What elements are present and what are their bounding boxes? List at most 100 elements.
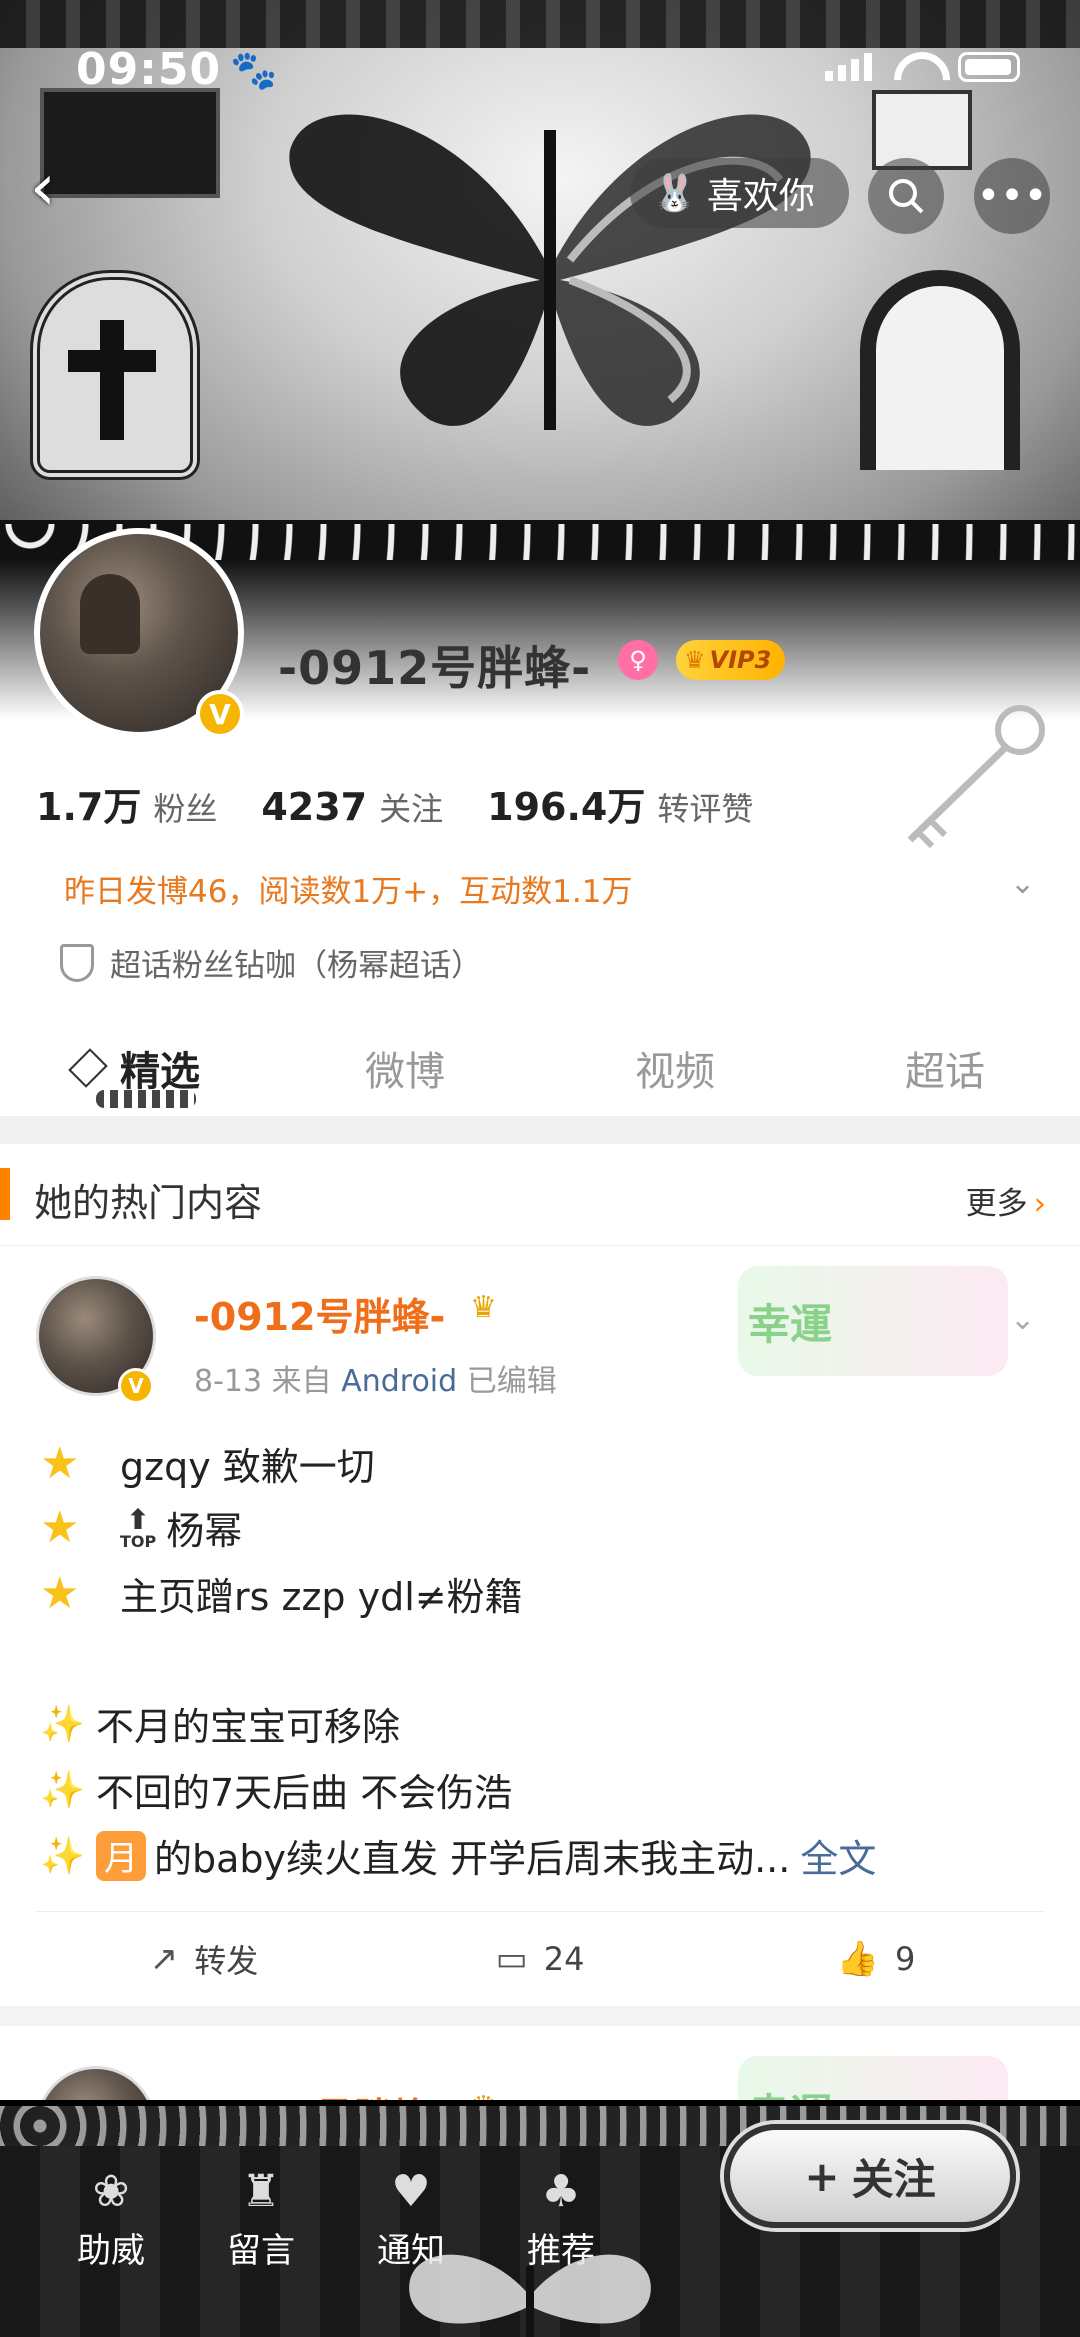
post-author[interactable]: -0912号胖蜂-: [194, 1286, 445, 1341]
tab-label: 视频: [635, 1049, 715, 1095]
post-line-text: 不回的7天后曲 不会伤浩: [96, 1771, 513, 1815]
tab-label: 精选: [120, 1049, 200, 1095]
post-line: ★ ⬆ TOP 杨幂: [40, 1500, 242, 1555]
back-button[interactable]: ‹: [30, 156, 90, 220]
ellipsis-icon: •••: [976, 173, 1048, 219]
post-line-text: 的baby续火直发 开学后周末我主动...: [154, 1837, 791, 1881]
post-from: 来自: [271, 1364, 332, 1399]
stat-interactions[interactable]: 196.4万 转评赞: [487, 776, 753, 831]
post-line: ✨ 不月的宝宝可移除: [40, 1696, 400, 1751]
chevron-down-icon[interactable]: ⌄: [1010, 866, 1035, 901]
post-line: ✨ 不回的7天后曲 不会伤浩: [40, 1762, 512, 1817]
post-line-text: 不月的宝宝可移除: [96, 1705, 401, 1749]
post-source: Android: [341, 1364, 458, 1399]
post-card[interactable]: V -0912号胖蜂- ♛ 8-13 来自 Android 已编辑 幸運 ⌄ ★…: [0, 1246, 1080, 2006]
profile-cover-banner[interactable]: 09:50 🐾 ‹ 🐰 喜欢你 •••: [0, 0, 1080, 590]
search-icon: [889, 179, 924, 214]
stat-number: 4237: [261, 785, 368, 829]
follow-button[interactable]: + 关注: [724, 2124, 1016, 2228]
gem-icon: [68, 1048, 108, 1088]
plus-icon: +: [804, 2151, 840, 2201]
search-button[interactable]: [868, 158, 944, 234]
supertopic-label: 超话粉丝钻咖（杨幂超话）: [110, 948, 482, 984]
wifi-icon: [894, 52, 936, 82]
star-icon: ★: [40, 1438, 80, 1489]
heart-icon: ♥: [391, 2166, 431, 2217]
post-line: ★ gzqy 致歉一切: [40, 1436, 375, 1491]
more-options-button[interactable]: •••: [974, 158, 1050, 234]
repost-button[interactable]: ↗ 转发: [36, 1912, 372, 2006]
stat-label: 关注: [379, 790, 444, 828]
sparkle-icon: ✨: [40, 1835, 85, 1877]
tab-label: 超话: [905, 1049, 985, 1095]
crown-icon: ♛: [470, 1290, 497, 1325]
butterfly-decoration-icon: [409, 2254, 651, 2337]
section-accent-bar: [0, 1168, 10, 1220]
clover-icon: ♣: [541, 2166, 581, 2217]
tab-weibo[interactable]: 微博: [270, 1020, 540, 1116]
sparkle-icon: ✨: [40, 1769, 85, 1811]
post-edited: 已编辑: [466, 1364, 557, 1399]
star-icon: ★: [40, 1502, 80, 1553]
female-icon: ♀: [618, 640, 658, 680]
chevron-right-icon: ›: [1033, 1186, 1046, 1222]
active-tab-indicator: [96, 1090, 196, 1108]
comment-icon: ▭: [495, 1939, 528, 1979]
post-line-text: 杨幂: [166, 1509, 243, 1553]
tab-label: 微博: [365, 1049, 445, 1095]
status-time: 09:50: [76, 44, 222, 95]
post-line: ★ 主页蹭rs zzp ydl≠粉籍: [40, 1566, 523, 1621]
profile-username: -0912号胖蜂-: [278, 641, 592, 695]
bottom-action-bar: ❀ 助威 ♜ 留言 ♥ 通知 ♣ 推荐 + 关注: [0, 2100, 1080, 2337]
star-icon: ★: [40, 1568, 80, 1619]
daily-activity-summary[interactable]: 昨日发博46，阅读数1万+，互动数1.1万: [64, 866, 632, 911]
vip-badge[interactable]: ♛ VIP3: [676, 640, 786, 680]
like-you-button[interactable]: 🐰 喜欢你: [630, 158, 849, 228]
supertopic-badge[interactable]: 超话粉丝钻咖（杨幂超话）: [60, 940, 482, 985]
cheer-button[interactable]: ❀ 助威: [46, 2166, 176, 2272]
chevron-down-icon[interactable]: ⌄: [1010, 1302, 1035, 1337]
full-text-link[interactable]: 全文: [800, 1828, 876, 1883]
vip-label: VIP3: [709, 646, 772, 674]
like-you-label: 喜欢你: [706, 176, 815, 217]
message-button[interactable]: ♜ 留言: [196, 2166, 326, 2272]
section-title: 她的热门内容: [34, 1181, 263, 1225]
more-label: 更多: [965, 1186, 1028, 1222]
stat-number: 196.4万: [487, 785, 646, 829]
verified-badge-icon: V: [196, 690, 244, 738]
profile-stats: 1.7万 粉丝 4237 关注 196.4万 转评赞: [36, 776, 753, 831]
crown-icon: ♛: [684, 646, 706, 674]
key-decoration: [907, 705, 1045, 849]
post-date: 8-13: [194, 1364, 263, 1399]
shield-icon: [60, 943, 94, 982]
chess-icon: ♜: [241, 2166, 281, 2217]
month-badge-icon: 月: [96, 1830, 146, 1881]
like-count: 9: [894, 1940, 916, 1978]
more-link[interactable]: 更多 ›: [966, 1178, 1046, 1223]
sparkle-icon: ✨: [40, 1703, 85, 1745]
hot-content-header: 她的热门内容 更多 ›: [0, 1144, 1080, 1246]
comment-count: 24: [543, 1940, 585, 1978]
post-line-text: 主页蹭rs zzp ydl≠粉籍: [120, 1575, 523, 1619]
comment-button[interactable]: ▭ 24: [372, 1912, 708, 2006]
signal-icon: [825, 53, 872, 81]
top-arrow-icon: ⬆ TOP: [120, 1502, 157, 1551]
thumbs-up-icon: 👍: [836, 1939, 879, 1979]
stat-label: 粉丝: [153, 790, 218, 828]
top-label: TOP: [120, 1531, 157, 1551]
tab-supertopic[interactable]: 超话: [810, 1020, 1080, 1116]
post-line-text: gzqy 致歉一切: [120, 1445, 375, 1489]
lucky-sticker: 幸運: [738, 1266, 1008, 1376]
battery-icon: [958, 52, 1020, 82]
tab-video[interactable]: 视频: [540, 1020, 810, 1116]
like-button[interactable]: 👍 9: [708, 1912, 1044, 2006]
follow-label: 关注: [851, 2154, 936, 2204]
rose-icon: ❀: [92, 2166, 130, 2217]
post-meta: 8-13 来自 Android 已编辑: [194, 1356, 557, 1400]
stat-followers[interactable]: 1.7万 粉丝: [36, 776, 217, 831]
rabbit-icon: 🐰: [652, 173, 697, 214]
cover-arch-door: [860, 270, 1020, 470]
stat-following[interactable]: 4237 关注: [261, 784, 443, 830]
bottom-label: 助威: [77, 2231, 145, 2271]
share-icon: ↗: [149, 1939, 179, 1979]
